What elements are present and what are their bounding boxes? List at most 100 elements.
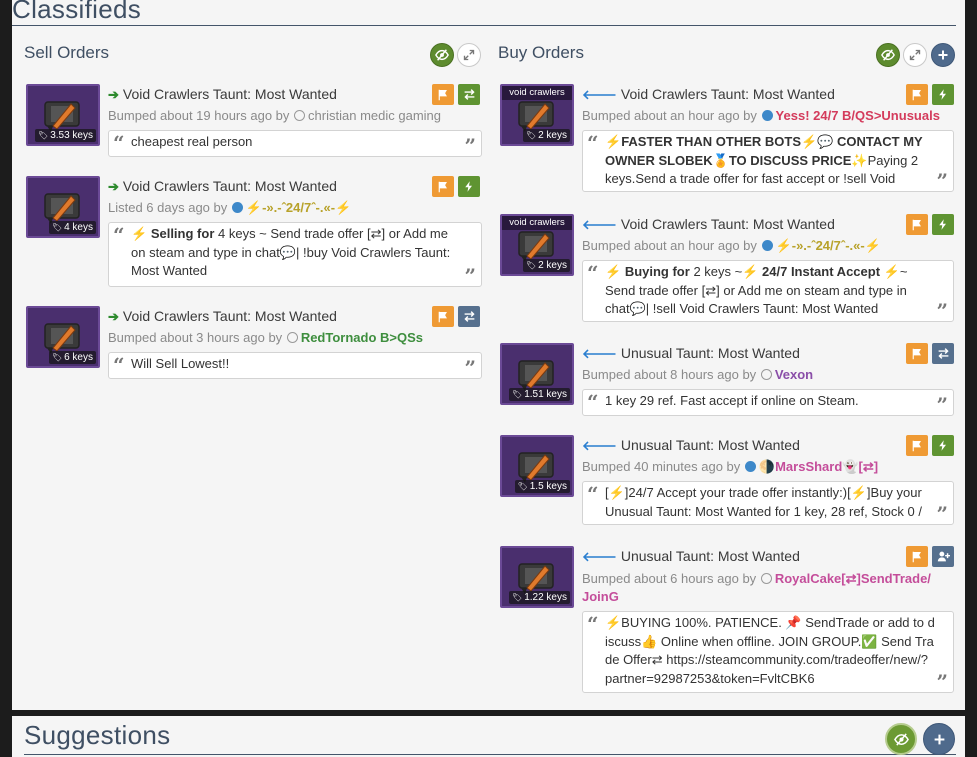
sell-order[interactable]: 🏷 6 keys ➔ Void Crawlers Taunt: Most Wante… bbox=[26, 306, 482, 382]
item-thumbnail[interactable]: void crawlers 🏷 2 keys bbox=[500, 84, 574, 146]
quote-close-icon: ” bbox=[936, 299, 948, 322]
listing-meta-text: Bumped about 3 hours ago by bbox=[108, 330, 283, 345]
quote-close-icon: ” bbox=[936, 502, 948, 525]
listing-title[interactable]: 🡐 Void Crawlers Taunt: Most Wanted bbox=[582, 86, 835, 103]
toggle-visibility-button[interactable] bbox=[885, 723, 917, 755]
listing-title-text: Unusual Taunt: Most Wanted bbox=[620, 548, 800, 564]
flag-icon bbox=[912, 440, 921, 451]
buy-order[interactable]: 🏷 1.22 keys 🡐 Unusual Taunt: Most Wanted B… bbox=[500, 546, 956, 694]
tag-icon: 🏷 bbox=[51, 353, 63, 362]
flag-icon bbox=[438, 311, 447, 322]
report-button[interactable] bbox=[906, 435, 928, 456]
user-link[interactable]: -».-ˆ24/7ˆ-.«- bbox=[792, 238, 865, 253]
item-thumbnail[interactable]: 🏷 1.5 keys bbox=[500, 435, 574, 497]
listing-title[interactable]: ➔ Void Crawlers Taunt: Most Wanted bbox=[108, 86, 337, 103]
user-plus-icon bbox=[937, 551, 950, 562]
quote-close-icon: ” bbox=[464, 264, 476, 287]
toggle-visibility-button[interactable] bbox=[876, 43, 900, 67]
trade-offer-button[interactable] bbox=[932, 343, 954, 364]
instant-trade-button[interactable] bbox=[932, 435, 954, 456]
sparkles-icon: ✨ bbox=[851, 152, 868, 168]
user-link[interactable]: christian medic gaming bbox=[308, 108, 441, 123]
tag-icon: 🏷 bbox=[525, 261, 537, 270]
sell-order[interactable]: 🏷 4 keys ➔ Void Crawlers Taunt: Most Wante… bbox=[26, 176, 482, 288]
listing-title-text: Void Crawlers Taunt: Most Wanted bbox=[620, 86, 835, 102]
instant-trade-button[interactable] bbox=[932, 214, 954, 235]
report-button[interactable] bbox=[432, 84, 454, 105]
status-online-icon bbox=[744, 461, 756, 472]
sell-orders-heading: Sell Orders bbox=[24, 43, 110, 62]
listing-message-text: 1 key 29 ref. Fast accept if online on S… bbox=[605, 393, 859, 408]
item-thumbnail[interactable]: void crawlers 🏷 2 keys bbox=[500, 214, 574, 276]
listing-meta-text: Bumped 40 minutes ago by bbox=[582, 459, 741, 474]
trade-offer-button[interactable] bbox=[458, 306, 480, 327]
listing-title[interactable]: ➔ Void Crawlers Taunt: Most Wanted bbox=[108, 178, 337, 195]
tag-icon: 🏷 bbox=[38, 131, 49, 140]
listing-title-text: Void Crawlers Taunt: Most Wanted bbox=[122, 308, 337, 324]
chat-icon: 💬 bbox=[817, 134, 834, 149]
listing-title[interactable]: ➔ Void Crawlers Taunt: Most Wanted bbox=[108, 308, 337, 325]
quote-open-icon: “ bbox=[113, 353, 125, 377]
listing-title[interactable]: 🡐 Void Crawlers Taunt: Most Wanted bbox=[582, 216, 835, 233]
user-link[interactable]: RedTornado B>QSs bbox=[301, 330, 423, 345]
report-button[interactable] bbox=[906, 214, 928, 235]
item-thumbnail[interactable]: 🏷 1.51 keys bbox=[500, 343, 574, 405]
buy-order[interactable]: 🏷 1.51 keys 🡐 Unusual Taunt: Most Wanted B… bbox=[500, 343, 956, 419]
add-friend-button[interactable] bbox=[932, 546, 954, 567]
instant-trade-button[interactable] bbox=[932, 84, 954, 105]
listing-message: “ ⚡FASTER THAN OTHER BOTS⚡💬 CONTACT MY O… bbox=[582, 130, 954, 192]
listing-message: “ ⚡BUYING 100%. PATIENCE. 📌 SendTrade or… bbox=[582, 611, 954, 693]
buy-order[interactable]: void crawlers 🏷 2 keys 🡐 Void Crawlers Tau… bbox=[500, 214, 956, 326]
status-offline-icon bbox=[760, 369, 772, 380]
report-button[interactable] bbox=[906, 343, 928, 364]
buy-order[interactable]: void crawlers 🏷 2 keys 🡐 Void Crawlers Tau… bbox=[500, 84, 956, 196]
sell-order[interactable]: 🏷 3.53 keys ➔ Void Crawlers Taunt: Most Wa… bbox=[26, 84, 482, 160]
buy-order[interactable]: 🏷 1.5 keys 🡐 Unusual Taunt: Most Wanted Bu… bbox=[500, 435, 956, 529]
user-link[interactable]: -».-ˆ24/7ˆ-.«- bbox=[262, 200, 335, 215]
price-label: 1.5 keys bbox=[529, 481, 567, 492]
tag-icon: 🏷 bbox=[525, 131, 537, 140]
lightning-icon bbox=[465, 181, 472, 192]
report-button[interactable] bbox=[906, 84, 928, 105]
expand-button[interactable] bbox=[903, 43, 927, 67]
eye-slash-icon bbox=[881, 49, 895, 61]
report-button[interactable] bbox=[432, 306, 454, 327]
quote-open-icon: “ bbox=[587, 131, 599, 155]
listing-message-text: cheapest real person bbox=[131, 134, 253, 149]
user-link[interactable]: MarsShard bbox=[775, 459, 842, 474]
quote-open-icon: “ bbox=[113, 131, 125, 155]
user-link[interactable]: Yess! 24/7 B/QS>Unusuals bbox=[776, 108, 940, 123]
listing-meta: Bumped about 3 hours ago by RedTornado B… bbox=[108, 330, 423, 345]
add-buy-order-button[interactable] bbox=[931, 43, 955, 67]
quote-close-icon: ” bbox=[936, 670, 948, 693]
listing-message-bold: FASTER THAN OTHER BOTS bbox=[621, 134, 802, 149]
quote-close-icon: ” bbox=[936, 169, 948, 192]
trade-offer-button[interactable] bbox=[458, 84, 480, 105]
instant-trade-button[interactable] bbox=[458, 176, 480, 197]
tag-icon: 🏷 bbox=[512, 390, 523, 399]
item-thumbnail[interactable]: 🏷 4 keys bbox=[26, 176, 100, 238]
suggestions-heading: Suggestions bbox=[24, 720, 171, 750]
listing-meta-text: Bumped about an hour ago by bbox=[582, 238, 757, 253]
user-link[interactable]: Vexon bbox=[775, 367, 813, 382]
report-button[interactable] bbox=[432, 176, 454, 197]
price-label: 2 keys bbox=[538, 130, 567, 141]
listing-meta: Bumped about an hour ago by Yess! 24/7 B… bbox=[582, 108, 940, 123]
report-button[interactable] bbox=[906, 546, 928, 567]
item-thumbnail[interactable]: 🏷 1.22 keys bbox=[500, 546, 574, 608]
moon-icon: 🌗 bbox=[758, 459, 776, 474]
listing-meta-text: Bumped about 6 hours ago by bbox=[582, 571, 757, 586]
expand-button[interactable] bbox=[457, 43, 481, 67]
listing-message-bold: Buying for bbox=[624, 264, 690, 279]
item-thumbnail[interactable]: 🏷 6 keys bbox=[26, 306, 100, 368]
add-suggestion-button[interactable] bbox=[923, 723, 955, 755]
plus-icon bbox=[934, 734, 944, 744]
quote-open-icon: “ bbox=[587, 612, 599, 636]
listing-title[interactable]: 🡐 Unusual Taunt: Most Wanted bbox=[582, 548, 800, 565]
listing-title[interactable]: 🡐 Unusual Taunt: Most Wanted bbox=[582, 437, 800, 454]
listing-title[interactable]: 🡐 Unusual Taunt: Most Wanted bbox=[582, 345, 800, 362]
toggle-visibility-button[interactable] bbox=[430, 43, 454, 67]
item-thumbnail[interactable]: 🏷 3.53 keys bbox=[26, 84, 100, 146]
quote-close-icon: ” bbox=[936, 393, 948, 416]
listing-meta: Bumped 40 minutes ago by 🌗MarsShard👻[⇄] bbox=[582, 459, 878, 475]
